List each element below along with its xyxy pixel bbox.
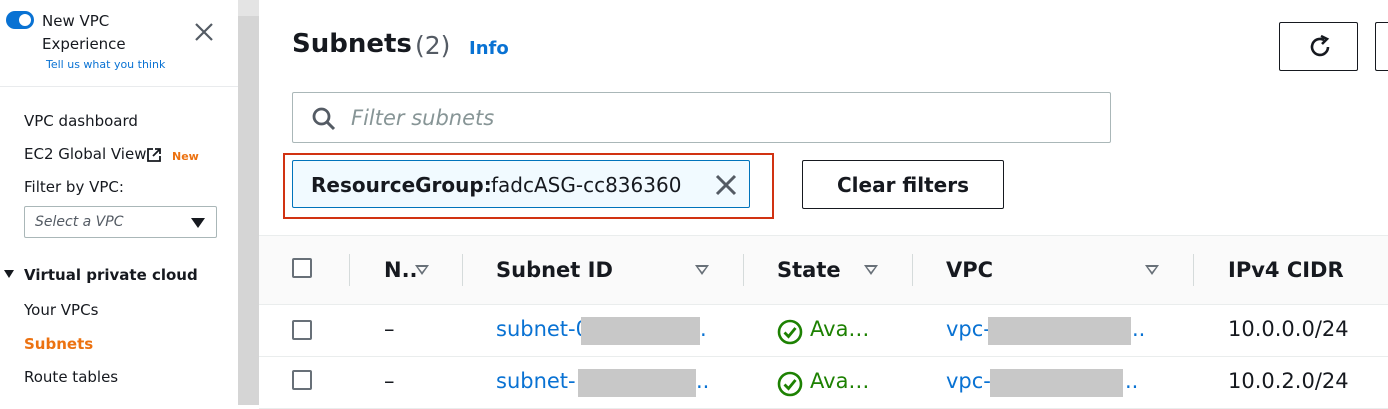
redacted-block [990,369,1123,397]
filter-token: ResourceGroup: fadcASG-cc836360 [292,160,750,208]
column-header-subnet-id[interactable]: Subnet ID [496,258,613,282]
page-count: (2) [415,31,451,60]
section-virtual-private-cloud[interactable]: Virtual private cloud [24,266,198,284]
filter-token-value: fadcASG-cc836360 [491,173,682,197]
table-row[interactable]: – subnet- .. Ava… vpc- .. 10.0.2.0/24 [259,357,1388,409]
vpc-select-placeholder: Select a VPC [35,214,124,230]
toggle-knob [19,14,31,26]
search-input[interactable] [349,101,1093,135]
main-content: Subnets (2) Info ResourceGroup: fadcASG-… [259,0,1388,409]
cell-vpc-suffix: .. [1132,317,1146,341]
sidebar-item-your-vpcs[interactable]: Your VPCs [24,301,98,319]
cell-vpc[interactable]: vpc- [946,317,991,341]
caret-down-icon[interactable] [4,270,14,278]
actions-button[interactable] [1375,22,1388,71]
clear-filters-button[interactable]: Clear filters [802,160,1004,209]
column-header-vpc[interactable]: VPC [946,258,993,282]
search-icon [312,107,336,131]
cell-state: Ava… [810,369,870,393]
filter-token-key: ResourceGroup: [311,173,492,197]
close-icon[interactable] [192,20,216,44]
new-vpc-experience-toggle[interactable] [6,11,34,29]
filter-by-vpc-label: Filter by VPC: [24,178,124,196]
cell-name: – [384,317,395,341]
page-title: Subnets [292,29,412,59]
column-header-name[interactable]: N.. [384,258,418,282]
sidebar-item-subnets[interactable]: Subnets [24,335,93,353]
caret-down-icon [191,218,205,228]
sort-icon[interactable] [415,265,429,275]
cell-ipv4-cidr: 10.0.2.0/24 [1228,369,1349,393]
sort-icon[interactable] [864,265,878,275]
select-all-checkbox[interactable] [292,258,312,278]
feedback-link[interactable]: Tell us what you think [46,58,165,71]
cell-ipv4-cidr: 10.0.0.0/24 [1228,317,1349,341]
redacted-block [581,317,700,345]
table-row[interactable]: – subnet-0 . Ava… vpc- .. 10.0.0.0/24 [259,305,1388,357]
sidebar-item-vpc-dashboard[interactable]: VPC dashboard [24,112,138,130]
row-checkbox[interactable] [292,370,312,390]
sidebar-item-route-tables[interactable]: Route tables [24,368,118,386]
column-separator [912,254,913,286]
check-circle-icon [777,371,803,397]
cell-subnet-id[interactable]: subnet-0 [496,317,589,341]
sort-icon[interactable] [695,265,709,275]
new-badge: New [172,150,199,163]
sidebar-divider [0,86,238,87]
external-link-icon [147,148,161,162]
cell-subnet-id[interactable]: subnet- [496,369,576,393]
search-box[interactable] [292,92,1111,143]
column-header-ipv4-cidr[interactable]: IPv4 CIDR [1228,258,1344,282]
info-link[interactable]: Info [469,38,509,59]
cell-subnet-suffix: . [700,317,707,341]
column-separator [743,254,744,286]
redacted-block [988,317,1131,345]
cell-vpc-suffix: .. [1125,369,1139,393]
redacted-block [578,369,696,397]
column-separator [1193,254,1194,286]
scrollbar-thumb[interactable] [238,0,259,16]
cell-name: – [384,369,395,393]
check-circle-icon [777,319,803,345]
column-separator [462,254,463,286]
refresh-icon [1310,34,1330,57]
row-checkbox[interactable] [292,320,312,340]
cell-subnet-suffix: .. [696,369,710,393]
sidebar-scrollbar[interactable] [238,0,259,405]
cell-state: Ava… [810,317,870,341]
refresh-button[interactable] [1279,22,1358,71]
vpc-select[interactable]: Select a VPC [24,206,217,238]
sort-icon[interactable] [1145,265,1159,275]
new-vpc-experience-label: New VPC Experience [42,12,126,53]
column-header-state[interactable]: State [777,258,841,282]
column-separator [349,254,350,286]
table-header: N.. Subnet ID State VPC IPv4 CIDR [259,236,1388,305]
sidebar: New VPC Experience Tell us what you thin… [0,0,238,405]
sidebar-item-ec2-global-view[interactable]: EC2 Global View [24,145,146,163]
remove-filter-icon[interactable] [714,173,738,197]
cell-vpc[interactable]: vpc- [946,369,991,393]
